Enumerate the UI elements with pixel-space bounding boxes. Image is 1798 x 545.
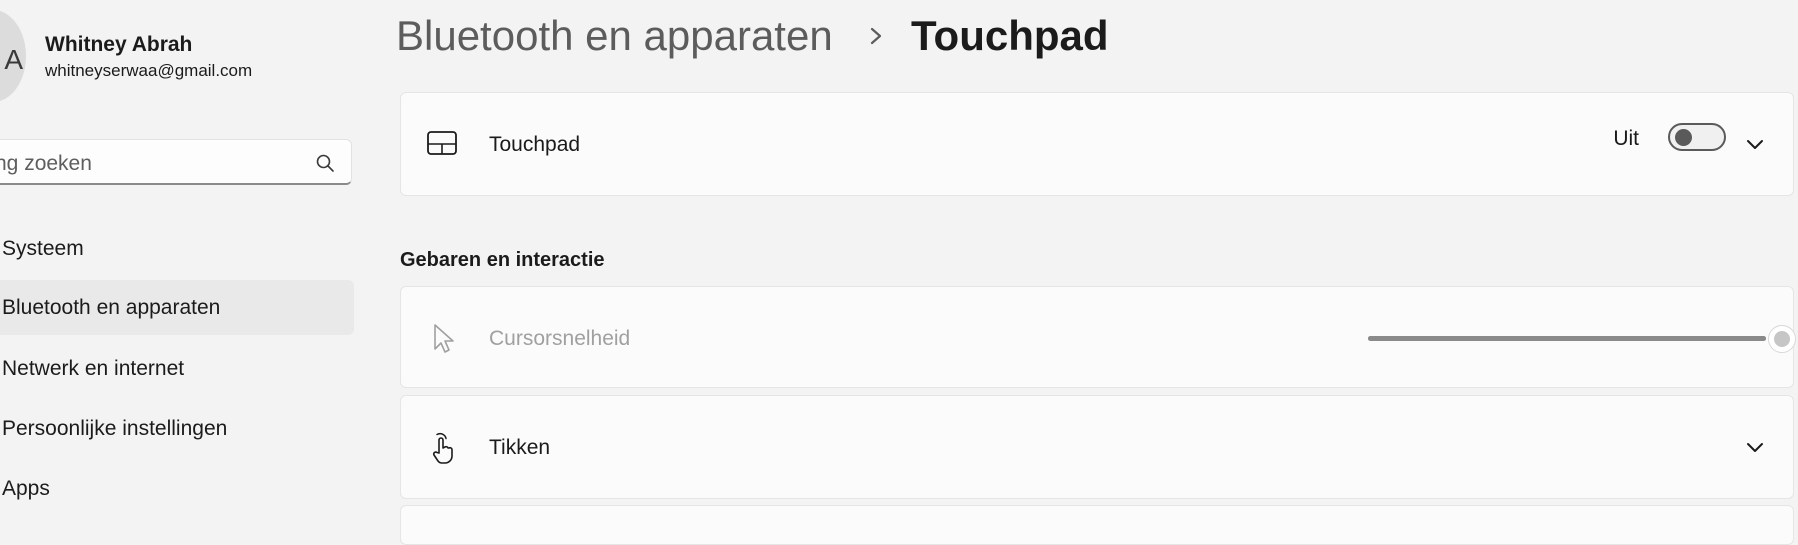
chevron-right-icon bbox=[870, 27, 882, 45]
page-title: Touchpad bbox=[911, 12, 1109, 59]
sidebar-item-label: Bluetooth en apparaten bbox=[2, 296, 221, 319]
chevron-down-icon[interactable] bbox=[1745, 441, 1765, 455]
sidebar-item-persoonlijk[interactable]: Persoonlijke instellingen bbox=[0, 401, 354, 456]
slider-fill bbox=[1368, 336, 1766, 341]
avatar[interactable]: A bbox=[0, 10, 26, 102]
sidebar-item-label: Persoonlijke instellingen bbox=[2, 417, 228, 440]
chevron-down-icon[interactable] bbox=[1745, 138, 1765, 152]
next-card[interactable] bbox=[400, 505, 1794, 545]
sidebar-item-systeem[interactable]: Systeem bbox=[0, 221, 354, 276]
search-placeholder: lling zoeken bbox=[0, 152, 92, 175]
sidebar-item-netwerk[interactable]: Netwerk en internet bbox=[0, 341, 354, 396]
section-title: Gebaren en interactie bbox=[400, 249, 605, 271]
toggle-state-label: Uit bbox=[1613, 127, 1639, 150]
tap-hand-icon bbox=[432, 432, 453, 464]
sidebar-item-label: Netwerk en internet bbox=[2, 357, 185, 380]
user-name: Whitney Abrah bbox=[45, 33, 193, 56]
cursor-speed-slider-thumb[interactable] bbox=[1768, 325, 1796, 353]
touchpad-icon bbox=[427, 131, 457, 155]
search-icon[interactable] bbox=[315, 153, 335, 173]
toggle-knob bbox=[1675, 129, 1692, 146]
sidebar-item-bluetooth[interactable]: Bluetooth en apparaten bbox=[0, 280, 354, 335]
sidebar-item-apps[interactable]: Apps bbox=[0, 461, 354, 516]
cursor-speed-slider-track[interactable] bbox=[1368, 336, 1766, 341]
search-input[interactable]: lling zoeken bbox=[0, 139, 352, 185]
user-email: whitneyserwaa@gmail.com bbox=[45, 61, 253, 80]
tap-card[interactable]: Tikken bbox=[400, 395, 1794, 499]
cursor-icon bbox=[434, 324, 454, 353]
touchpad-card[interactable]: Touchpad Uit bbox=[400, 92, 1794, 196]
tap-label: Tikken bbox=[489, 436, 551, 459]
cursor-speed-card: Cursorsnelheid bbox=[400, 286, 1796, 388]
touchpad-toggle[interactable] bbox=[1668, 123, 1726, 151]
avatar-letter: A bbox=[4, 44, 23, 75]
sidebar-item-label: Apps bbox=[2, 477, 50, 500]
sidebar-item-label: Systeem bbox=[2, 237, 84, 260]
touchpad-label: Touchpad bbox=[489, 133, 581, 156]
cursor-speed-label: Cursorsnelheid bbox=[489, 327, 631, 350]
breadcrumb-parent[interactable]: Bluetooth en apparaten bbox=[396, 12, 833, 60]
